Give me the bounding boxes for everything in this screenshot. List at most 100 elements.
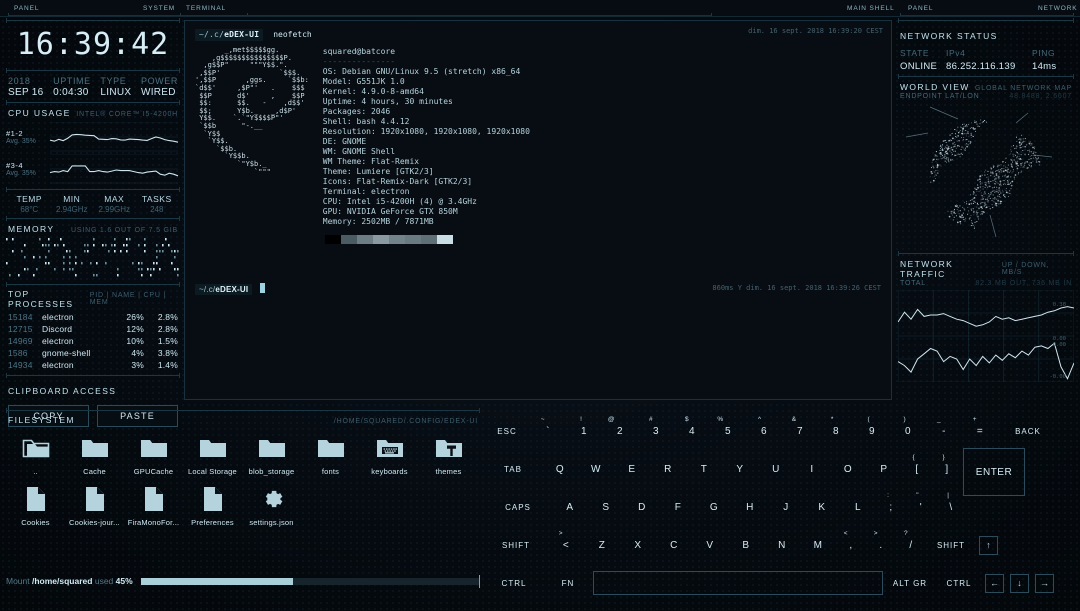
key-space[interactable] bbox=[593, 571, 883, 595]
key-p[interactable]: P bbox=[867, 454, 901, 484]
filesystem-item[interactable]: Local Storage bbox=[183, 431, 242, 476]
key-8[interactable]: * 8 bbox=[819, 416, 853, 446]
on-screen-keyboard[interactable]: ESC ~ `! 1 @2 #3 $4% 5 ^ 6 & 7 * 8(9) 0 _ - + = BACK TAB Q W E R… bbox=[484, 412, 1076, 608]
key--[interactable]: ~ ` bbox=[531, 416, 565, 446]
key-i[interactable]: I bbox=[795, 454, 829, 484]
globe-dot bbox=[1005, 189, 1007, 192]
key-tab[interactable]: TAB bbox=[485, 454, 541, 484]
filesystem-item[interactable]: GPUCache bbox=[124, 431, 183, 476]
key-a[interactable]: A bbox=[553, 492, 587, 522]
key-n[interactable]: N bbox=[765, 530, 799, 560]
key-7[interactable]: & 7 bbox=[783, 416, 817, 446]
key--[interactable]: | \ bbox=[937, 492, 965, 522]
filesystem-item[interactable]: Cookies bbox=[6, 482, 65, 527]
key-h[interactable]: H bbox=[733, 492, 767, 522]
filesystem-item[interactable]: settings.json bbox=[242, 482, 301, 527]
terminal-window[interactable]: dim. 16 sept. 2018 16:39:20 CEST ~/.c/eD… bbox=[184, 20, 892, 400]
key-6[interactable]: ^ 6 bbox=[747, 416, 781, 446]
key-back[interactable]: BACK bbox=[999, 416, 1057, 446]
file-icon bbox=[65, 482, 124, 516]
key-z[interactable]: Z bbox=[585, 530, 619, 560]
key-label: TAB bbox=[504, 464, 522, 474]
key-arrow-up[interactable]: ↑ bbox=[979, 535, 998, 555]
key-enter[interactable]: ENTER bbox=[963, 448, 1025, 496]
key-1[interactable]: ! 1 bbox=[567, 416, 601, 446]
key-arrow-right[interactable]: → bbox=[1035, 573, 1054, 593]
key--[interactable]: >. bbox=[867, 530, 895, 560]
key-f[interactable]: F bbox=[661, 492, 695, 522]
key-w[interactable]: W bbox=[579, 454, 613, 484]
globe-dot bbox=[992, 166, 995, 168]
globe-dot bbox=[956, 221, 959, 224]
key-s[interactable]: S bbox=[589, 492, 623, 522]
key--[interactable]: + = bbox=[963, 416, 997, 446]
globe-dot bbox=[998, 169, 1000, 171]
filesystem-item[interactable]: Cache bbox=[65, 431, 124, 476]
key-shift[interactable]: SHIFT bbox=[927, 530, 975, 560]
key-alt-gr[interactable]: ALT GR bbox=[885, 568, 935, 598]
key-y[interactable]: Y bbox=[723, 454, 757, 484]
key-ctrl[interactable]: CTRL bbox=[485, 568, 543, 598]
filesystem-item[interactable]: keyboards bbox=[360, 431, 419, 476]
key-q[interactable]: Q bbox=[543, 454, 577, 484]
key-5[interactable]: % 5 bbox=[711, 416, 745, 446]
key-label: W bbox=[591, 463, 601, 475]
key-k[interactable]: K bbox=[805, 492, 839, 522]
key-r[interactable]: R bbox=[651, 454, 685, 484]
globe-dot bbox=[956, 136, 958, 138]
key-9[interactable]: (9 bbox=[855, 416, 889, 446]
key-j[interactable]: J bbox=[769, 492, 803, 522]
key-v[interactable]: V bbox=[693, 530, 727, 560]
key-fn[interactable]: FN bbox=[545, 568, 591, 598]
key-b[interactable]: B bbox=[729, 530, 763, 560]
filesystem-item[interactable]: Cookies-jour... bbox=[65, 482, 124, 527]
key-c[interactable]: C bbox=[657, 530, 691, 560]
key-arrow-down[interactable]: ↓ bbox=[1010, 573, 1029, 593]
key-o[interactable]: O bbox=[831, 454, 865, 484]
key--[interactable]: ? / bbox=[897, 530, 925, 560]
globe-dot bbox=[965, 217, 967, 219]
key-u[interactable]: U bbox=[759, 454, 793, 484]
memory-cell bbox=[138, 268, 140, 271]
terminal-command: neofetch bbox=[273, 30, 312, 39]
key-m[interactable]: M bbox=[801, 530, 835, 560]
filesystem-item[interactable]: blob_storage bbox=[242, 431, 301, 476]
terminal-input-line[interactable]: ~/.c/eDEX-UI bbox=[195, 279, 266, 297]
terminal-body[interactable]: ~/.c/eDEX-UI neofetch _,met$$$$$gg. ,g$$$… bbox=[185, 21, 891, 252]
globe-dot bbox=[1038, 164, 1040, 166]
key-4[interactable]: $4 bbox=[675, 416, 709, 446]
key-caps[interactable]: CAPS bbox=[485, 492, 551, 522]
filesystem-item[interactable]: themes bbox=[419, 431, 478, 476]
key-3[interactable]: #3 bbox=[639, 416, 673, 446]
filesystem-item[interactable]: fonts bbox=[301, 431, 360, 476]
key--[interactable]: _ - bbox=[927, 416, 961, 446]
globe-dot bbox=[954, 212, 956, 215]
globe-dot bbox=[1029, 151, 1031, 153]
key-d[interactable]: D bbox=[625, 492, 659, 522]
key-e[interactable]: E bbox=[615, 454, 649, 484]
globe-dot bbox=[994, 196, 996, 198]
key-ctrl[interactable]: CTRL bbox=[937, 568, 981, 598]
key--[interactable]: }] bbox=[933, 454, 961, 484]
filesystem-item[interactable]: .. bbox=[6, 431, 65, 476]
key-esc[interactable]: ESC bbox=[485, 416, 529, 446]
key-l[interactable]: L bbox=[841, 492, 875, 522]
key-t[interactable]: T bbox=[687, 454, 721, 484]
key--[interactable]: {[ bbox=[903, 454, 931, 484]
key-arrow-left[interactable]: ← bbox=[985, 573, 1004, 593]
key-x[interactable]: X bbox=[621, 530, 655, 560]
key-0[interactable]: ) 0 bbox=[891, 416, 925, 446]
process-row: 14934 electron 3% 1.4% bbox=[8, 360, 178, 370]
key--[interactable]: > < bbox=[549, 530, 583, 560]
key-g[interactable]: G bbox=[697, 492, 731, 522]
globe-dot bbox=[969, 143, 971, 145]
globe-dot bbox=[941, 155, 944, 157]
key-2[interactable]: @2 bbox=[603, 416, 637, 446]
key--[interactable]: " ' bbox=[907, 492, 935, 522]
key--[interactable]: :; bbox=[877, 492, 905, 522]
key-shift[interactable]: SHIFT bbox=[485, 530, 547, 560]
globe-dot bbox=[979, 123, 981, 125]
filesystem-item[interactable]: Preferences bbox=[183, 482, 242, 527]
filesystem-item[interactable]: FiraMonoFor... bbox=[124, 482, 183, 527]
key--[interactable]: <, bbox=[837, 530, 865, 560]
